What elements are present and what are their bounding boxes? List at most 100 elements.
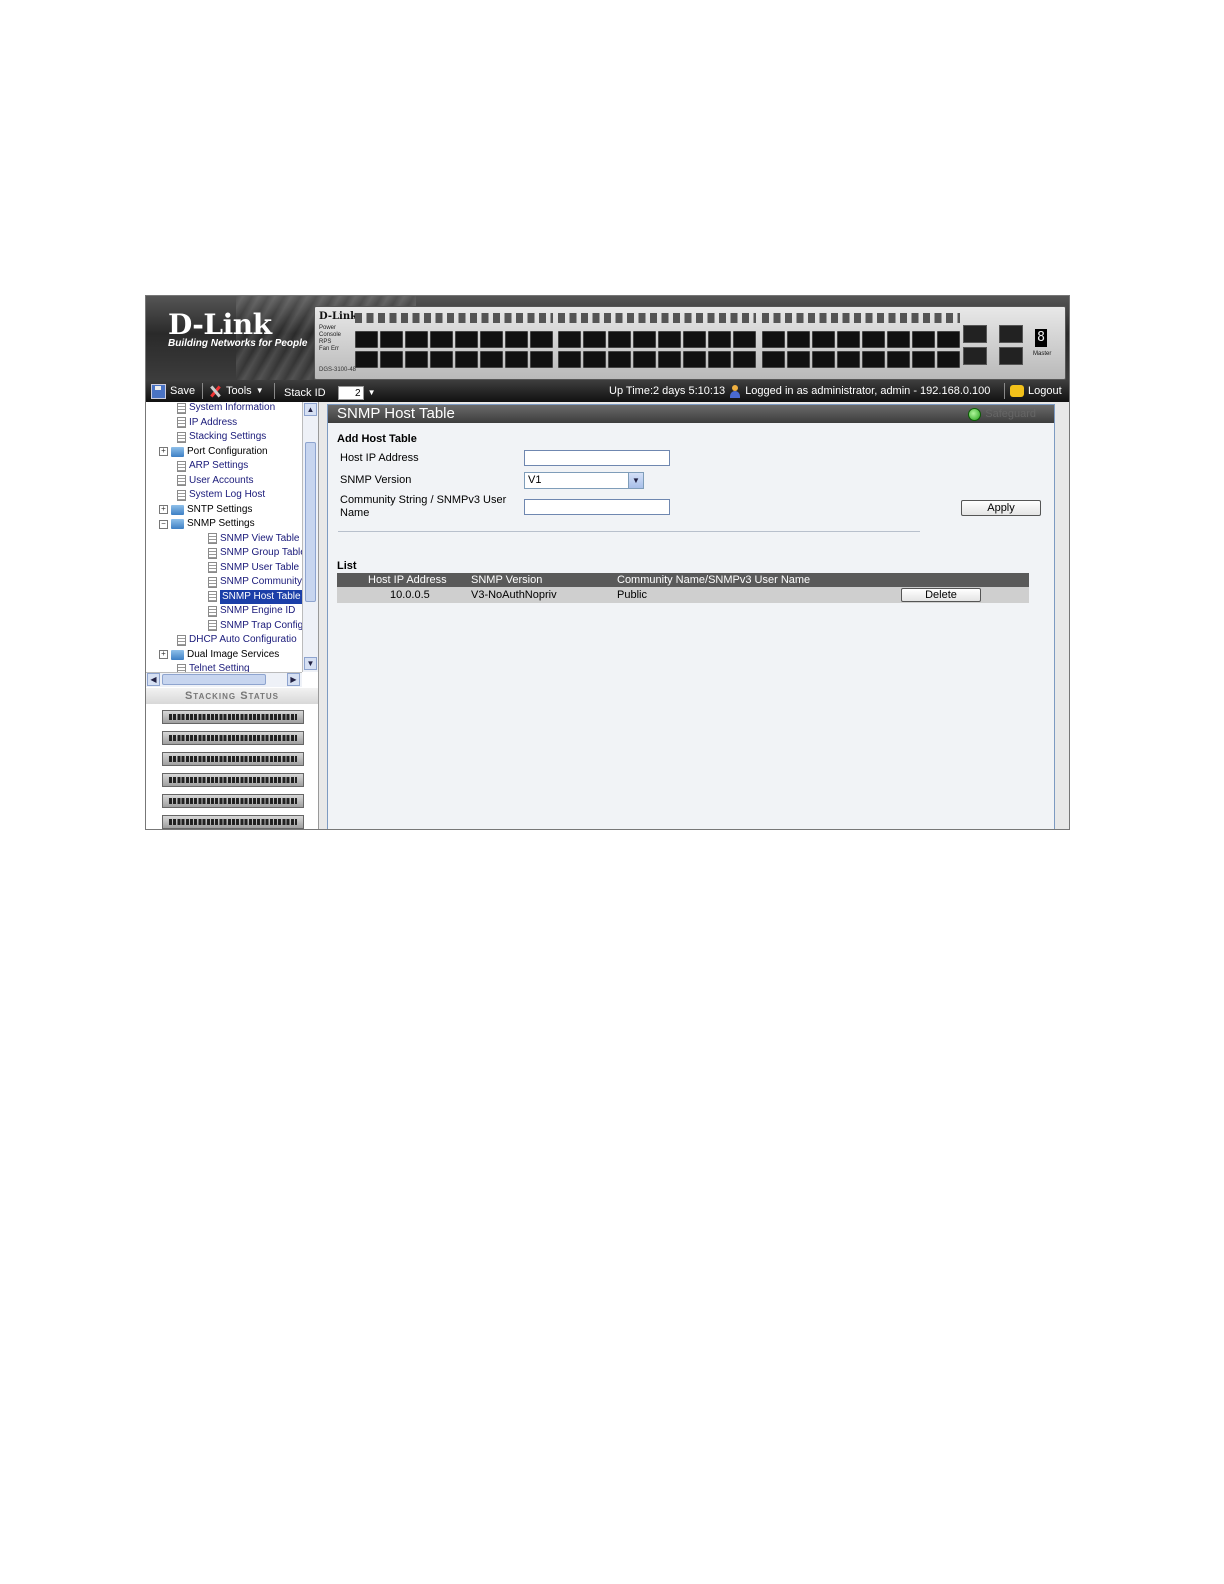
stack-unit[interactable] [162,773,304,787]
ethernet-port[interactable] [683,331,706,348]
ethernet-port[interactable] [812,351,835,368]
tree-horizontal-scrollbar[interactable]: ◀ ▶ [146,672,302,687]
scroll-down-icon[interactable]: ▼ [304,657,317,670]
ethernet-port[interactable] [733,331,756,348]
sfp-port[interactable] [963,347,987,365]
ethernet-port[interactable] [762,351,785,368]
sfp-port[interactable] [999,347,1023,365]
sfp-port[interactable] [999,325,1023,343]
sidebar-item[interactable]: SNMP User Table [204,561,299,575]
expand-icon[interactable]: + [159,447,168,456]
tree-vertical-scrollbar[interactable]: ▲ ▼ [302,402,318,672]
tree-vertical-scroll-thumb[interactable] [305,442,316,602]
tools-menu[interactable]: Tools ▼ [209,383,264,399]
ethernet-port[interactable] [683,351,706,368]
ethernet-port[interactable] [430,331,453,348]
ethernet-port[interactable] [530,331,553,348]
collapse-icon[interactable]: − [159,519,168,529]
ethernet-port[interactable] [812,331,835,348]
ethernet-port[interactable] [405,351,428,368]
ethernet-port[interactable] [583,331,606,348]
ethernet-port[interactable] [583,351,606,368]
ethernet-port[interactable] [762,331,785,348]
stack-unit[interactable] [162,710,304,724]
ethernet-port[interactable] [912,351,935,368]
sfp-port[interactable] [963,325,987,343]
sidebar-item[interactable]: SNMP Community T [204,575,302,589]
ethernet-port[interactable] [708,351,731,368]
sidebar-item[interactable]: Stacking Settings [173,430,266,444]
snmp-version-select[interactable]: V1 ▼ [524,472,644,489]
ethernet-port[interactable] [708,331,731,348]
device-front-panel[interactable]: D-Link Power Console RPS Fan Err DGS-310… [314,306,1066,380]
ethernet-port[interactable] [658,351,681,368]
sidebar-item[interactable]: + SNTP Settings [159,503,252,517]
stack-unit[interactable] [162,731,304,745]
sidebar-item[interactable]: SNMP Host Table [204,589,302,604]
ethernet-port[interactable] [505,331,528,348]
apply-button[interactable]: Apply [961,500,1041,516]
community-string-input[interactable] [524,499,670,515]
expand-icon[interactable]: + [159,650,168,659]
ethernet-port[interactable] [658,331,681,348]
stack-id-select[interactable]: 2 [337,386,364,400]
scroll-left-icon[interactable]: ◀ [147,673,160,686]
ethernet-port[interactable] [887,351,910,368]
ethernet-port[interactable] [380,351,403,368]
ethernet-port[interactable] [480,351,503,368]
ethernet-port[interactable] [455,331,478,348]
ethernet-port[interactable] [633,351,656,368]
delete-button[interactable]: Delete [901,588,981,602]
chevron-down-icon[interactable]: ▼ [368,385,376,401]
ethernet-port[interactable] [430,351,453,368]
ethernet-port[interactable] [558,331,581,348]
ethernet-port[interactable] [937,351,960,368]
safeguard-indicator[interactable]: Safeguard [968,407,1036,421]
stack-unit[interactable] [162,794,304,808]
expand-icon[interactable]: + [159,505,168,514]
sidebar-item[interactable]: SNMP Engine ID [204,604,295,618]
ethernet-port[interactable] [480,331,503,348]
sidebar-item[interactable]: System Information [173,402,275,415]
sidebar-item[interactable]: IP Address [173,416,237,430]
sidebar-item[interactable]: System Log Host [173,488,265,502]
save-button[interactable]: Save [151,383,195,399]
ethernet-port[interactable] [405,331,428,348]
ethernet-port[interactable] [608,351,631,368]
chevron-down-icon[interactable]: ▼ [628,473,643,488]
sidebar-item[interactable]: SNMP View Table [204,532,300,546]
ethernet-port[interactable] [862,331,885,348]
host-ip-input[interactable] [524,450,670,466]
sidebar-item[interactable]: Telnet Setting [173,662,250,672]
ethernet-port[interactable] [355,331,378,348]
ethernet-port[interactable] [787,331,810,348]
sidebar-item[interactable]: − SNMP Settings [159,517,255,531]
ethernet-port[interactable] [380,331,403,348]
sidebar-item[interactable]: DHCP Auto Configuratio [173,633,297,647]
ethernet-port[interactable] [837,351,860,368]
ethernet-port[interactable] [355,351,378,368]
ethernet-port[interactable] [530,351,553,368]
ethernet-port[interactable] [455,351,478,368]
stack-unit[interactable] [162,815,304,829]
ethernet-port[interactable] [505,351,528,368]
scroll-right-icon[interactable]: ▶ [287,673,300,686]
ethernet-port[interactable] [912,331,935,348]
sidebar-item[interactable]: + Port Configuration [159,445,268,459]
ethernet-port[interactable] [887,331,910,348]
logout-button[interactable]: Logout [1010,383,1062,399]
ethernet-port[interactable] [837,331,860,348]
ethernet-port[interactable] [787,351,810,368]
ethernet-port[interactable] [733,351,756,368]
stack-unit[interactable] [162,752,304,766]
sidebar-item[interactable]: User Accounts [173,474,253,488]
sidebar-item[interactable]: + Dual Image Services [159,648,279,662]
scroll-up-icon[interactable]: ▲ [304,403,317,416]
ethernet-port[interactable] [862,351,885,368]
ethernet-port[interactable] [937,331,960,348]
ethernet-port[interactable] [608,331,631,348]
sidebar-item[interactable]: SNMP Group Table [204,546,302,560]
sidebar-item[interactable]: SNMP Trap Configu [204,619,302,633]
ethernet-port[interactable] [558,351,581,368]
tree-horizontal-scroll-thumb[interactable] [162,674,266,685]
